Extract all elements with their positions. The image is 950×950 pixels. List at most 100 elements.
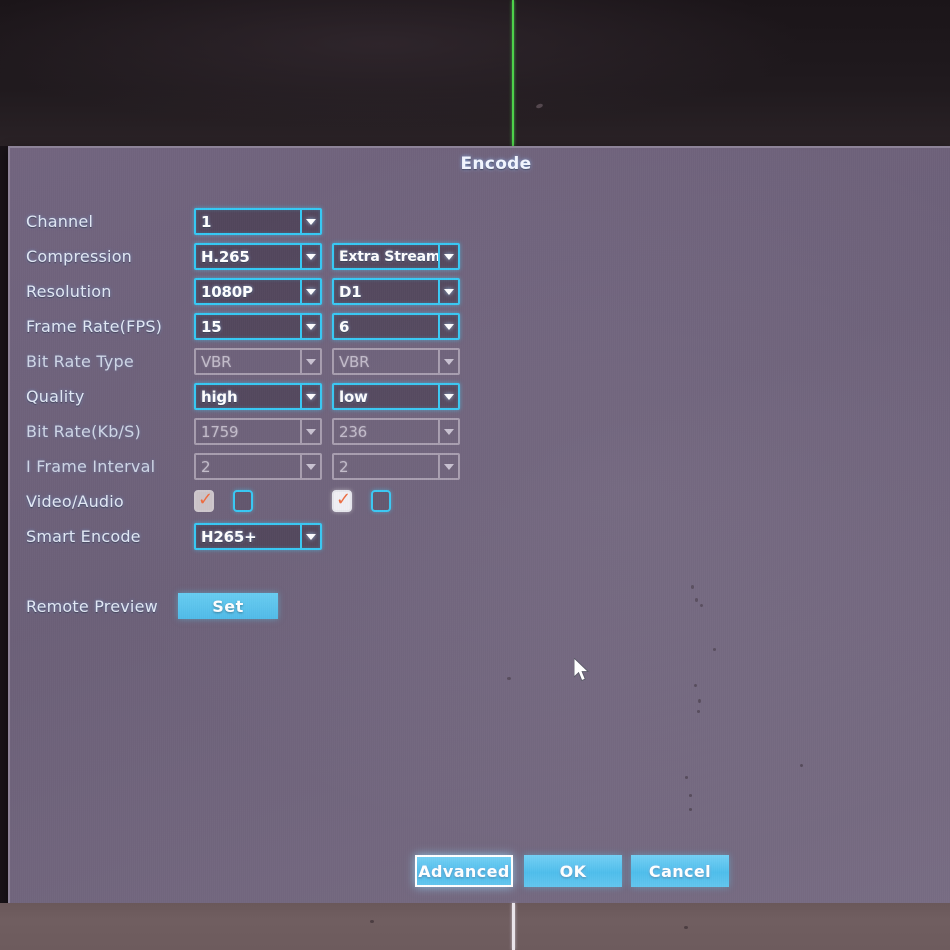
form-row-video-audio: Video/Audio ✓ ✓ — [26, 486, 926, 521]
dust-speck — [691, 585, 694, 589]
chevron-down-icon[interactable] — [438, 245, 458, 268]
chevron-down-icon — [300, 350, 320, 373]
resolution-main-select[interactable]: 1080P — [194, 278, 322, 305]
dialog-button-bar: Advanced OK Cancel — [10, 855, 950, 895]
dust-speck — [507, 677, 511, 680]
chevron-down-icon — [438, 455, 458, 478]
label-i-frame-interval: I Frame Interval — [26, 457, 156, 476]
dust-speck — [685, 776, 688, 779]
label-resolution: Resolution — [26, 282, 112, 301]
chevron-down-icon[interactable] — [300, 210, 320, 233]
i-frame-interval-extra-select: 2 — [332, 453, 460, 480]
form-row-quality: Quality high low — [26, 381, 926, 416]
resolution-extra-select[interactable]: D1 — [332, 278, 460, 305]
resolution-main-value: 1080P — [201, 282, 253, 301]
compression-main-value: H.265 — [201, 247, 250, 266]
quality-main-value: high — [201, 387, 238, 406]
form-row-bit-rate-type: Bit Rate Type VBR VBR — [26, 346, 926, 381]
form-row-frame-rate: Frame Rate(FPS) 15 6 — [26, 311, 926, 346]
label-compression: Compression — [26, 247, 133, 266]
form-row-i-frame-interval: I Frame Interval 2 2 — [26, 451, 926, 486]
ok-button[interactable]: OK — [524, 855, 622, 887]
chevron-down-icon — [300, 455, 320, 478]
chevron-down-icon[interactable] — [300, 525, 320, 548]
frame-rate-extra-select[interactable]: 6 — [332, 313, 460, 340]
label-remote-preview: Remote Preview — [26, 597, 158, 616]
frame-rate-main-value: 15 — [201, 317, 222, 336]
quality-main-select[interactable]: high — [194, 383, 322, 410]
chevron-down-icon[interactable] — [300, 315, 320, 338]
label-smart-encode: Smart Encode — [26, 527, 141, 546]
bit-rate-main-value: 1759 — [201, 422, 239, 441]
form-row-channel: Channel 1 — [26, 206, 926, 241]
label-bit-rate: Bit Rate(Kb/S) — [26, 422, 141, 441]
checkbox-extra-audio[interactable] — [371, 490, 391, 512]
bit-rate-main-select: 1759 — [194, 418, 322, 445]
dust-speck — [713, 648, 716, 651]
compression-extra-value: Extra Stream — [339, 248, 438, 265]
smart-encode-select[interactable]: H265+ — [194, 523, 322, 550]
dust-speck — [695, 598, 698, 602]
quality-extra-value: low — [339, 387, 368, 406]
chevron-down-icon — [438, 420, 458, 443]
form-row-compression: Compression H.265 Extra Stream — [26, 241, 926, 276]
dialog-title: Encode — [460, 154, 532, 174]
label-channel: Channel — [26, 212, 94, 231]
background-speck — [370, 920, 374, 923]
remote-preview-set-button[interactable]: Set — [178, 593, 278, 619]
background-speck — [684, 926, 688, 929]
checkbox-main-video: ✓ — [194, 489, 214, 512]
chevron-down-icon[interactable] — [300, 245, 320, 268]
video-background-bottom — [0, 903, 950, 950]
chevron-down-icon[interactable] — [438, 385, 458, 408]
bit-rate-type-extra-value: VBR — [339, 352, 370, 371]
dust-speck — [697, 710, 700, 713]
label-video-audio: Video/Audio — [26, 492, 124, 511]
label-bit-rate-type: Bit Rate Type — [26, 352, 134, 371]
form-row-bit-rate: Bit Rate(Kb/S) 1759 236 — [26, 416, 926, 451]
chevron-down-icon[interactable] — [300, 280, 320, 303]
cancel-button[interactable]: Cancel — [631, 855, 729, 887]
dust-speck — [700, 604, 703, 607]
channel-select-value: 1 — [201, 212, 212, 231]
i-frame-interval-main-value: 2 — [201, 457, 211, 476]
compression-extra-select[interactable]: Extra Stream — [332, 243, 460, 270]
check-icon: ✓ — [198, 489, 214, 510]
dust-speck — [689, 794, 692, 797]
frame-rate-extra-value: 6 — [339, 317, 350, 336]
quality-extra-select[interactable]: low — [332, 383, 460, 410]
compression-main-select[interactable]: H.265 — [194, 243, 322, 270]
encode-form: Channel 1 Compression H.265 Extra Stream — [26, 206, 926, 631]
green-overlay-line — [512, 0, 514, 146]
dust-speck — [698, 699, 701, 703]
dust-speck — [800, 764, 803, 767]
smart-encode-value: H265+ — [201, 527, 257, 546]
form-row-smart-encode: Smart Encode H265+ — [26, 521, 926, 556]
i-frame-interval-main-select: 2 — [194, 453, 322, 480]
i-frame-interval-extra-value: 2 — [339, 457, 349, 476]
form-row-remote-preview: Remote Preview Set — [26, 591, 926, 631]
frame-rate-main-select[interactable]: 15 — [194, 313, 322, 340]
chevron-down-icon — [300, 420, 320, 443]
check-icon: ✓ — [336, 489, 352, 510]
video-background-glare — [0, 0, 950, 146]
resolution-extra-value: D1 — [339, 282, 362, 301]
chevron-down-icon[interactable] — [300, 385, 320, 408]
dust-speck — [694, 684, 697, 687]
label-frame-rate: Frame Rate(FPS) — [26, 317, 163, 336]
bit-rate-type-main-select: VBR — [194, 348, 322, 375]
bit-rate-type-main-value: VBR — [201, 352, 232, 371]
chevron-down-icon[interactable] — [438, 315, 458, 338]
checkbox-main-audio[interactable] — [233, 490, 253, 512]
dust-speck — [689, 808, 692, 811]
chevron-down-icon[interactable] — [438, 280, 458, 303]
screen: Encode Channel 1 Compression H.265 Extra… — [0, 0, 950, 950]
channel-select[interactable]: 1 — [194, 208, 322, 235]
form-row-resolution: Resolution 1080P D1 — [26, 276, 926, 311]
bit-rate-extra-select: 236 — [332, 418, 460, 445]
checkbox-extra-video[interactable]: ✓ — [332, 489, 352, 512]
bit-rate-extra-value: 236 — [339, 422, 368, 441]
white-overlay-line — [512, 903, 515, 950]
advanced-button[interactable]: Advanced — [415, 855, 513, 887]
bit-rate-type-extra-select: VBR — [332, 348, 460, 375]
